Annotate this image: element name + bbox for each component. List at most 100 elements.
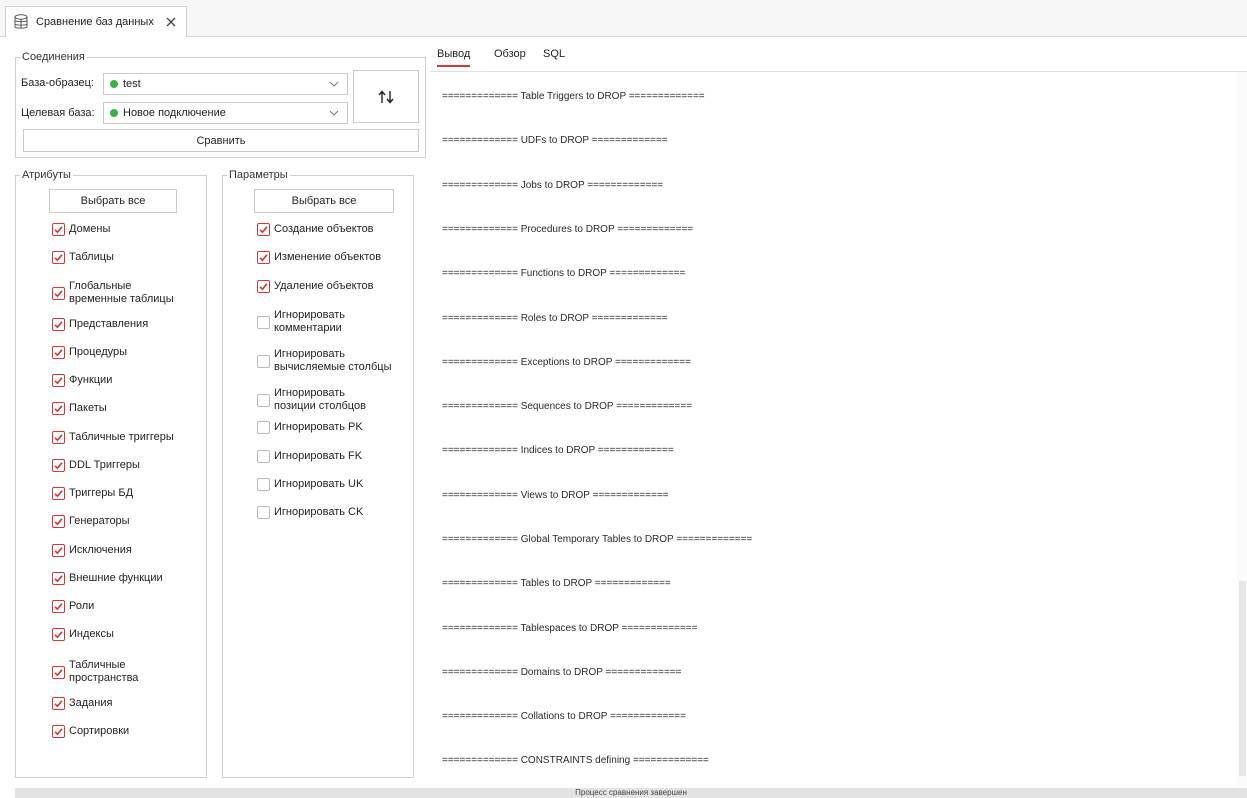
- checkbox-label: Триггеры БД: [69, 487, 134, 499]
- checkbox-row[interactable]: Игнорировать вычисляемые столбцы: [257, 348, 391, 374]
- output-line: ============= Global Temporary Tables to…: [442, 534, 753, 545]
- checkbox-row[interactable]: Представления: [52, 318, 148, 331]
- checkbox-unchecked[interactable]: [257, 506, 270, 519]
- checkbox-checked[interactable]: [52, 665, 65, 679]
- checkbox-checked[interactable]: [257, 251, 270, 264]
- checkbox-checked[interactable]: [52, 487, 65, 500]
- tab-output[interactable]: Вывод: [437, 48, 471, 67]
- checkbox-checked[interactable]: [52, 251, 65, 264]
- source-db-select[interactable]: test: [103, 73, 348, 95]
- checkbox-row[interactable]: DDL Триггеры: [52, 459, 140, 472]
- checkbox-row[interactable]: Табличные пространства: [52, 659, 138, 685]
- checkbox-row[interactable]: Генераторы: [52, 515, 130, 528]
- checkbox-row[interactable]: Домены: [52, 223, 110, 236]
- tabs-divider: [430, 71, 1247, 72]
- checkbox-row[interactable]: Игнорировать FK: [257, 450, 362, 463]
- checkbox-row[interactable]: Функции: [52, 374, 112, 387]
- checkbox-checked[interactable]: [52, 697, 65, 710]
- checkbox-checked[interactable]: [52, 374, 65, 387]
- connections-group: Соединения База-образец: test Целевая ба…: [15, 50, 426, 158]
- checkbox-row[interactable]: Удаление объектов: [257, 280, 373, 293]
- compare-button[interactable]: Сравнить: [23, 129, 419, 152]
- checkbox-checked[interactable]: [52, 431, 65, 444]
- connections-title: Соединения: [20, 50, 87, 64]
- output-line: ============= Table Triggers to DROP ===…: [442, 91, 705, 102]
- checkbox-row[interactable]: Игнорировать позиции столбцов: [257, 387, 366, 413]
- checkbox-checked[interactable]: [52, 572, 65, 585]
- target-db-select[interactable]: Новое подключение: [103, 102, 348, 124]
- checkbox-row[interactable]: Игнорировать UK: [257, 478, 363, 491]
- checkbox-label: Игнорировать CK: [274, 506, 364, 518]
- parameters-select-all-button[interactable]: Выбрать все: [254, 189, 394, 213]
- checkbox-checked[interactable]: [257, 223, 270, 236]
- output-line: ============= Indices to DROP ==========…: [442, 445, 674, 456]
- checkbox-row[interactable]: Триггеры БД: [52, 487, 133, 500]
- chevron-down-icon: [329, 81, 339, 87]
- source-db-label: База-образец:: [21, 77, 94, 89]
- checkbox-row[interactable]: Таблицы: [52, 251, 114, 264]
- attributes-select-all-button[interactable]: Выбрать все: [49, 189, 177, 213]
- checkbox-unchecked[interactable]: [257, 393, 270, 407]
- close-icon[interactable]: [164, 15, 178, 29]
- attributes-group: Атрибуты Выбрать все Домены Таблицы Глобал…: [15, 168, 207, 778]
- checkbox-label: Роли: [69, 600, 95, 612]
- checkbox-row[interactable]: Внешние функции: [52, 572, 163, 585]
- checkbox-unchecked[interactable]: [257, 354, 270, 368]
- checkbox-row[interactable]: Задания: [52, 697, 112, 710]
- checkbox-label: Табличные триггеры: [69, 431, 174, 443]
- checkbox-checked[interactable]: [52, 459, 65, 472]
- checkbox-label: Игнорировать позиции столбцов: [274, 387, 366, 412]
- checkbox-label: Удаление объектов: [274, 280, 374, 292]
- output-line: ============= Domains to DROP ==========…: [442, 667, 682, 678]
- checkbox-checked[interactable]: [52, 600, 65, 613]
- checkbox-label: Игнорировать FK: [274, 450, 363, 462]
- tab-sql[interactable]: SQL: [543, 48, 565, 65]
- checkbox-row[interactable]: Игнорировать CK: [257, 506, 363, 519]
- checkbox-label: Представления: [69, 318, 149, 330]
- checkbox-row[interactable]: Табличные триггеры: [52, 431, 174, 444]
- status-bar: Процесс сравнения завершен: [15, 788, 1247, 798]
- checkbox-row[interactable]: Индексы: [52, 628, 114, 641]
- checkbox-row[interactable]: Роли: [52, 600, 94, 613]
- checkbox-unchecked[interactable]: [257, 315, 270, 329]
- output-line: ============= CONSTRAINTS defining =====…: [442, 755, 709, 766]
- checkbox-checked[interactable]: [52, 628, 65, 641]
- swap-databases-button[interactable]: [353, 70, 419, 123]
- checkbox-unchecked[interactable]: [257, 421, 270, 434]
- checkbox-checked[interactable]: [52, 515, 65, 528]
- connection-status-icon: [110, 80, 118, 88]
- checkbox-row[interactable]: Изменение объектов: [257, 251, 381, 264]
- output-line: ============= Tablespaces to DROP ======…: [442, 623, 698, 634]
- output-line: ============= Exceptions to DROP =======…: [442, 357, 691, 368]
- checkbox-row[interactable]: Пакеты: [52, 402, 107, 415]
- checkbox-row[interactable]: Игнорировать комментарии: [257, 309, 345, 335]
- parameters-title: Параметры: [227, 168, 290, 182]
- document-tab-title: Сравнение баз данных: [36, 16, 154, 28]
- checkbox-label: Функции: [69, 374, 113, 386]
- checkbox-checked[interactable]: [52, 318, 65, 331]
- checkbox-checked[interactable]: [52, 223, 65, 236]
- checkbox-row[interactable]: Исключения: [52, 544, 132, 557]
- checkbox-row[interactable]: Игнорировать PK: [257, 421, 363, 434]
- attributes-title: Атрибуты: [20, 168, 73, 182]
- checkbox-unchecked[interactable]: [257, 478, 270, 491]
- checkbox-label: Игнорировать UK: [274, 478, 364, 490]
- checkbox-row[interactable]: Создание объектов: [257, 223, 374, 236]
- checkbox-checked[interactable]: [52, 286, 65, 300]
- output-line: ============= UDFs to DROP =============: [442, 135, 668, 146]
- scrollbar-thumb[interactable]: [1239, 581, 1246, 776]
- checkbox-checked[interactable]: [52, 402, 65, 415]
- checkbox-checked[interactable]: [52, 725, 65, 738]
- output-line: ============= Sequences to DROP ========…: [442, 401, 693, 412]
- checkbox-checked[interactable]: [52, 346, 65, 359]
- checkbox-row[interactable]: Сортировки: [52, 725, 129, 738]
- checkbox-row[interactable]: Глобальные временные таблицы: [52, 280, 174, 306]
- checkbox-checked[interactable]: [52, 544, 65, 557]
- checkbox-checked[interactable]: [257, 280, 270, 293]
- checkbox-row[interactable]: Процедуры: [52, 346, 127, 359]
- document-tab[interactable]: Сравнение баз данных: [5, 6, 187, 37]
- checkbox-label: Генераторы: [69, 515, 130, 527]
- checkbox-unchecked[interactable]: [257, 450, 270, 463]
- parameters-group: Параметры Выбрать все Создание объектов И…: [222, 168, 414, 778]
- tab-overview[interactable]: Обзор: [494, 48, 526, 65]
